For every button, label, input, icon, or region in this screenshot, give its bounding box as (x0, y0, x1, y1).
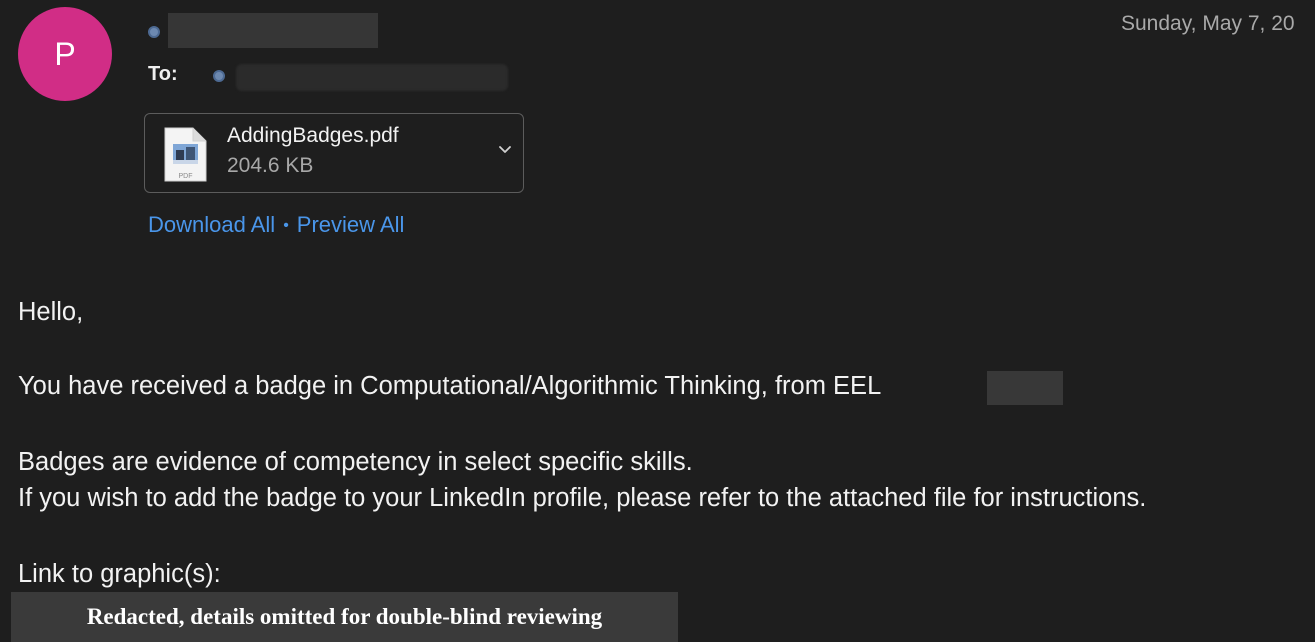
attachment-file-size: 204.6 KB (227, 154, 314, 177)
sender-avatar[interactable]: P (18, 7, 112, 101)
sender-name-redacted[interactable] (168, 13, 378, 48)
link-separator: • (283, 217, 289, 234)
pdf-type-label: PDF (179, 173, 193, 180)
badges-evidence-text: Badges are evidence of competency in sel… (18, 448, 693, 476)
preview-all-link[interactable]: Preview All (297, 212, 405, 237)
graphic-link-label: Link to graphic(s): (18, 560, 221, 588)
linkedin-instructions-text: If you wish to add the badge to your Lin… (18, 484, 1147, 512)
redaction-notice: Redacted, details omitted for double-bli… (11, 592, 678, 642)
attachment-file-name: AddingBadges.pdf (227, 124, 399, 147)
greeting-text: Hello, (18, 298, 84, 326)
download-all-link[interactable]: Download All (148, 212, 275, 237)
to-label: To: (148, 63, 178, 85)
badge-received-text: You have received a badge in Computation… (18, 372, 882, 400)
attachment-card[interactable]: PDF AddingBadges.pdf 204.6 KB (144, 113, 524, 193)
pdf-file-icon: PDF (164, 127, 207, 182)
recipient-status-dot (213, 70, 225, 82)
chevron-down-icon[interactable] (497, 142, 513, 158)
sender-status-dot (148, 26, 160, 38)
email-date: Sunday, May 7, 20 (1121, 12, 1295, 35)
issuer-name-redacted (987, 371, 1063, 405)
recipient-address-redacted[interactable] (236, 64, 508, 91)
attachment-actions: Download All • Preview All (148, 212, 404, 238)
